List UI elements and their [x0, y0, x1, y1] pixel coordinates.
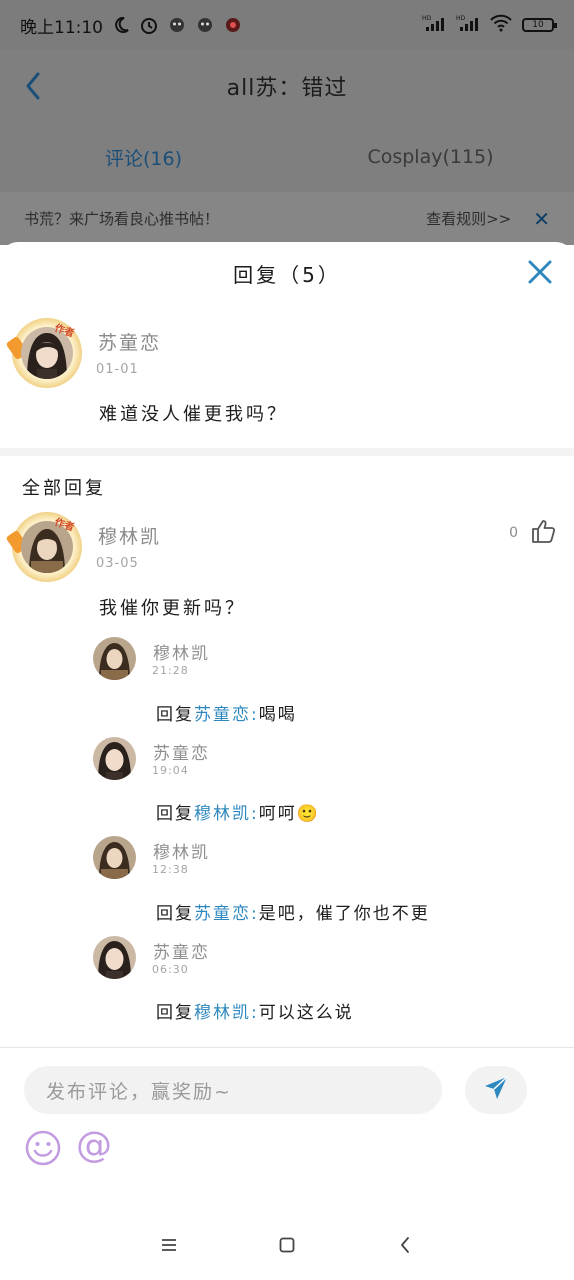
- sheet-title: 回复（5）: [233, 262, 341, 287]
- sub-reply-author[interactable]: 苏童恋: [153, 739, 210, 764]
- reply-text: 我催你更新吗？: [99, 598, 246, 619]
- battery-level: 10: [532, 20, 544, 30]
- reply-body: 喝喝: [258, 705, 297, 725]
- moon-icon: [111, 16, 131, 34]
- sub-reply-time: 21:28: [152, 664, 189, 677]
- avatar[interactable]: [93, 936, 136, 979]
- sub-reply-author[interactable]: 穆林凯: [153, 838, 210, 863]
- signal-icon: HD: [422, 14, 446, 37]
- system-nav-bar: [0, 1210, 574, 1280]
- like-count: 0: [509, 525, 518, 541]
- mention-link[interactable]: 穆林凯:: [194, 804, 259, 824]
- avatar[interactable]: [93, 737, 136, 780]
- tab-bar: 评论(16) Cosplay(115): [0, 122, 574, 192]
- reply-body: 是吧，催了你也不更: [258, 904, 430, 924]
- top-nav: all苏：错过: [0, 50, 574, 122]
- post-date: 01-01: [96, 362, 139, 377]
- background-page: all苏：错过 评论(16) Cosplay(115) 书荒？来广场看良心推书帖…: [0, 50, 574, 245]
- reply-author[interactable]: 穆林凯: [98, 522, 161, 549]
- section-divider: [0, 448, 574, 456]
- sub-reply-text: 回复穆林凯:呵呵🙂: [156, 799, 320, 824]
- avatar[interactable]: [93, 637, 136, 680]
- reply-date: 03-05: [96, 556, 139, 571]
- alarm-icon: [139, 16, 159, 34]
- sub-reply-author[interactable]: 苏童恋: [153, 938, 210, 963]
- sub-reply-text: 回复穆林凯:可以这么说: [156, 998, 354, 1023]
- menu-icon[interactable]: [154, 1230, 184, 1260]
- post-author[interactable]: 苏童恋: [98, 328, 161, 355]
- signal-label: HD: [422, 15, 432, 22]
- comment-input[interactable]: 发布评论，赢奖励~: [24, 1066, 442, 1114]
- mention-button[interactable]: @: [76, 1126, 112, 1166]
- notice-banner: 书荒？来广场看良心推书帖！ 查看规则>> ✕: [0, 192, 574, 245]
- reply-body: 呵呵🙂: [258, 804, 320, 824]
- all-replies-heading: 全部回复: [22, 478, 106, 499]
- like-button[interactable]: 0: [509, 518, 556, 548]
- reply-prefix: 回复: [156, 904, 194, 924]
- sheet-header: 回复（5）: [0, 242, 574, 304]
- tab-comments[interactable]: 评论(16): [0, 122, 287, 192]
- send-button[interactable]: [465, 1066, 527, 1114]
- mention-link[interactable]: 苏童恋:: [194, 705, 259, 725]
- home-icon[interactable]: [272, 1230, 302, 1260]
- comment-composer: 发布评论，赢奖励~ @: [0, 1047, 574, 1210]
- signal-label: HD: [456, 15, 466, 22]
- mention-link[interactable]: 穆林凯:: [194, 1003, 259, 1023]
- sub-reply-time: 12:38: [152, 863, 189, 876]
- sub-reply-time: 19:04: [152, 764, 189, 777]
- comment-placeholder: 发布评论，赢奖励~: [46, 1080, 232, 1103]
- post-text: 难道没人催更我吗？: [99, 404, 288, 425]
- sub-reply-text: 回复苏童恋:喝喝: [156, 700, 297, 725]
- status-bar: 晚上11:10 HD HD 10: [0, 0, 574, 50]
- close-icon[interactable]: ✕: [533, 207, 550, 231]
- view-rules-link[interactable]: 查看规则>>: [426, 208, 511, 229]
- sub-reply-time: 06:30: [152, 963, 189, 976]
- avatar[interactable]: 作者: [5, 318, 82, 388]
- wifi-icon: [490, 14, 512, 37]
- page-title: all苏：错过: [226, 76, 348, 101]
- back-icon[interactable]: [390, 1230, 420, 1260]
- signal-icon: HD: [456, 14, 480, 37]
- avatar[interactable]: [93, 836, 136, 879]
- send-icon: [483, 1075, 509, 1105]
- like-icon[interactable]: [530, 518, 556, 548]
- reply-prefix: 回复: [156, 1003, 194, 1023]
- mention-link[interactable]: 苏童恋:: [194, 904, 259, 924]
- app-notification-icon: [195, 16, 215, 34]
- reply-body: 可以这么说: [258, 1003, 354, 1023]
- app-notification-icon: [223, 16, 243, 34]
- tab-cosplay[interactable]: Cosplay(115): [287, 122, 574, 192]
- close-icon[interactable]: [526, 258, 554, 286]
- status-time: 晚上11:10: [20, 17, 103, 38]
- reply-prefix: 回复: [156, 705, 194, 725]
- reply-prefix: 回复: [156, 804, 194, 824]
- app-notification-icon: [167, 16, 187, 34]
- notice-text[interactable]: 书荒？来广场看良心推书帖！: [24, 208, 219, 229]
- back-arrow-icon[interactable]: [20, 66, 50, 106]
- battery-icon: 10: [522, 18, 557, 32]
- avatar[interactable]: 作者: [5, 512, 82, 582]
- emoji-icon[interactable]: [25, 1130, 61, 1166]
- sub-reply-text: 回复苏童恋:是吧，催了你也不更: [156, 899, 430, 924]
- sub-reply-author[interactable]: 穆林凯: [153, 639, 210, 664]
